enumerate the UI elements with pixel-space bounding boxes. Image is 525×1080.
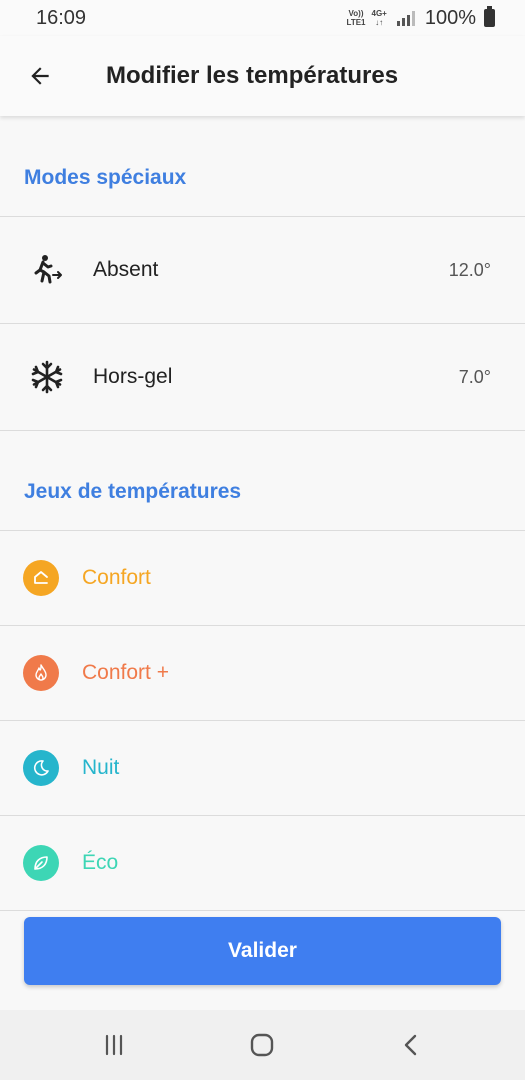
page-title: Modifier les températures xyxy=(106,62,399,89)
mode-temperature: 12.0° xyxy=(448,259,491,280)
battery-icon xyxy=(484,6,495,27)
home-icon xyxy=(23,560,59,596)
arrow-left-icon xyxy=(31,67,49,85)
mode-row-hors-gel[interactable]: Hors-gel 7.0° xyxy=(0,324,525,430)
validate-button[interactable]: Valider xyxy=(24,917,501,985)
special-modes-header: Modes spéciaux xyxy=(24,166,187,189)
mode-label: Absent xyxy=(93,258,159,281)
system-back-button[interactable] xyxy=(381,1015,441,1075)
set-label: Nuit xyxy=(82,756,120,779)
mode-row-absent[interactable]: Absent 12.0° xyxy=(0,217,525,323)
chevron-left-icon xyxy=(404,1034,417,1056)
status-icons: Vo)) LTE1 4G+ ↓↑ 100% xyxy=(346,6,495,30)
navigation-bar xyxy=(0,1010,525,1080)
back-button[interactable] xyxy=(0,36,80,116)
set-row-confort[interactable]: Confort xyxy=(0,531,525,625)
mode-label: Hors-gel xyxy=(93,365,173,388)
snowflake-icon xyxy=(23,353,71,401)
set-label: Confort + xyxy=(82,661,169,684)
battery-percentage: 100% xyxy=(424,6,476,29)
set-label: Confort xyxy=(82,566,151,589)
status-bar: 16:09 Vo)) LTE1 4G+ ↓↑ 100% xyxy=(0,0,525,36)
recent-apps-icon xyxy=(106,1034,123,1056)
set-row-nuit[interactable]: Nuit xyxy=(0,721,525,815)
moon-icon xyxy=(23,750,59,786)
app-bar: Modifier les températures xyxy=(0,36,525,116)
home-button[interactable] xyxy=(232,1015,292,1075)
signal-icon xyxy=(396,10,415,26)
divider xyxy=(0,430,525,431)
flame-icon xyxy=(23,655,59,691)
walking-away-icon xyxy=(23,246,71,294)
status-time: 16:09 xyxy=(36,6,87,29)
home-circle-icon xyxy=(251,1033,274,1057)
volte-indicator: Vo)) LTE1 xyxy=(346,9,366,27)
set-label: Éco xyxy=(82,851,119,874)
recent-apps-button[interactable] xyxy=(84,1015,144,1075)
temperature-sets-header: Jeux de températures xyxy=(24,479,242,503)
mode-temperature: 7.0° xyxy=(458,366,491,387)
leaf-icon xyxy=(23,845,59,881)
set-row-eco[interactable]: Éco xyxy=(0,816,525,910)
set-row-confort-plus[interactable]: Confort + xyxy=(0,626,525,720)
network-type-indicator: 4G+ ↓↑ xyxy=(371,9,387,27)
divider xyxy=(0,910,525,911)
